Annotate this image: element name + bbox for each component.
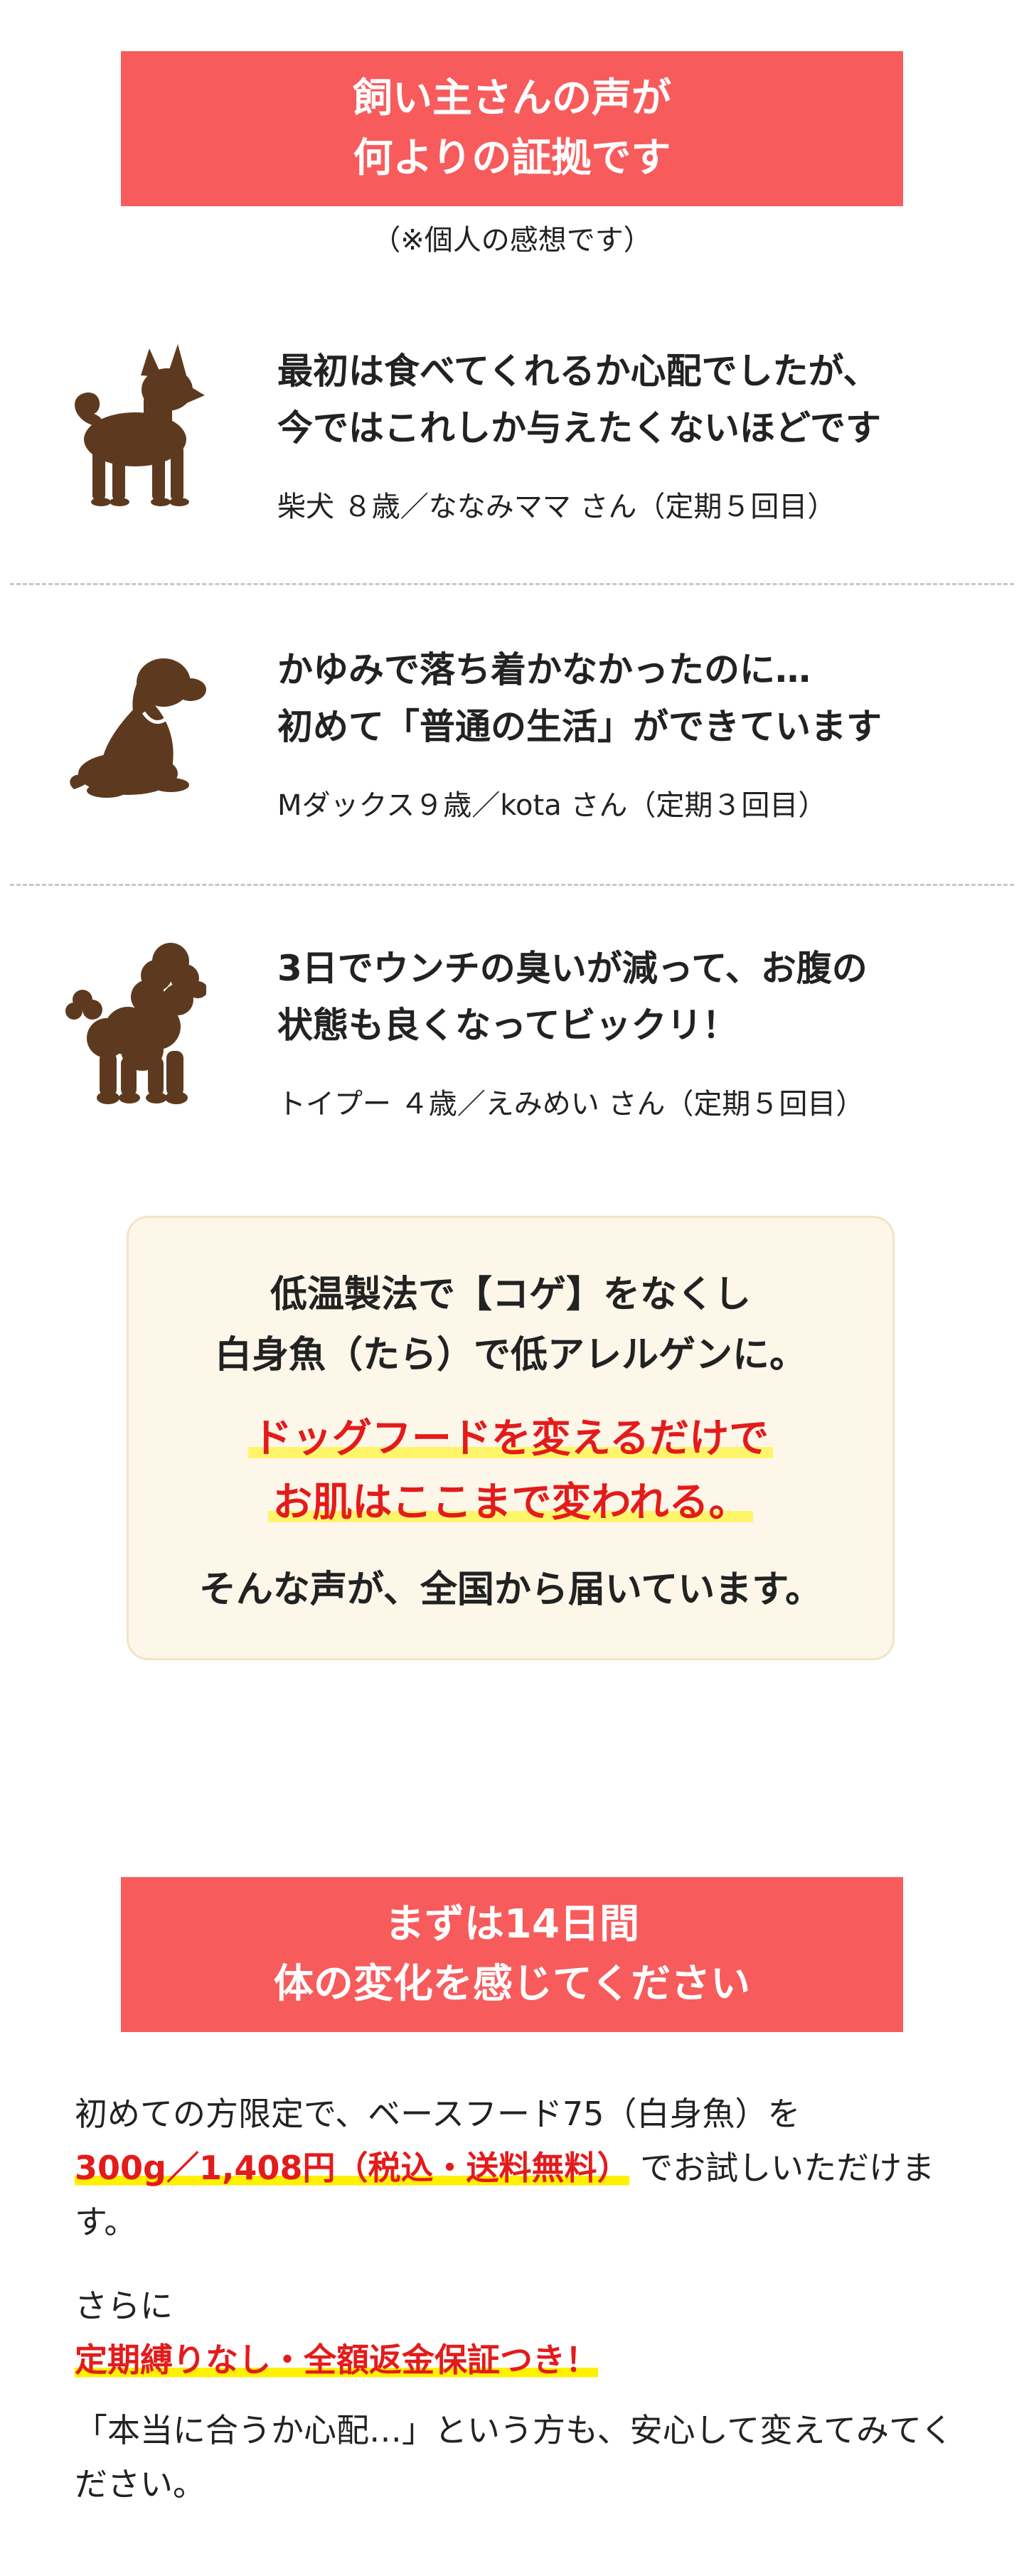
guarantee-paragraph: さらに 定期縛りなし・全額返金保証つき！ (75, 2279, 964, 2387)
guarantee-highlight: 定期縛りなし・全額返金保証つき！ (75, 2341, 598, 2379)
trial-offer-text: 初めての方限定で、ベースフード75（白身魚）を (75, 2095, 801, 2133)
guarantee-lead-text: さらに (75, 2287, 173, 2325)
testimonial-author: Mダックス９歳／kota さん（定期３回目） (277, 789, 827, 822)
disclaimer-note: （※個人の感想です） (372, 224, 652, 257)
dashed-divider (10, 884, 1014, 886)
poodle-dog-icon (65, 943, 206, 1104)
header-banner-line2: 何よりの証拠です (353, 135, 671, 181)
trial-banner: まずは14日間 体の変化を感じてください (121, 1877, 903, 2032)
card-text-line: 白身魚（たら）で低アレルゲンに。 (214, 1334, 806, 1377)
testimonial-quote: 3日でウンチの臭いが減って、お腹の 状態も良くなってビックリ！ (277, 940, 1003, 1054)
quote-line: 今ではこれしか与えたくないほどです (277, 407, 881, 449)
card-emphasis-text: ドッグフードを変えるだけで (247, 1416, 774, 1462)
trial-offer-paragraph: 初めての方限定で、ベースフード75（白身魚）を 300g／1,408円（税込・送… (75, 2087, 964, 2249)
dashed-divider (10, 583, 1014, 585)
testimonial-author: トイプー ４歳／えみめい さん（定期５回目） (277, 1088, 865, 1121)
quote-line: 最初は食べてくれるか心配でしたが、 (277, 351, 879, 392)
trial-banner-line1: まずは14日間 (385, 1901, 639, 1947)
reassurance-paragraph: 「本当に合うか心配…」という方も、安心して変えてみてください。 (75, 2411, 954, 2503)
card-text-line: そんな声が、全国から届いています。 (198, 1568, 823, 1611)
testimonial-quote: 最初は食べてくれるか心配でしたが、 今ではこれしか与えたくないほどです (277, 343, 1003, 456)
dachshund-dog-icon (70, 658, 206, 798)
card-emphasis-line: お肌はここまで変われる。 (129, 1470, 892, 1528)
trial-price-highlight: 300g／1,408円（税込・送料無料） (75, 2149, 630, 2187)
testimonial-quote: かゆみで落ち着かなかったのに… 初めて「普通の生活」ができています (277, 641, 1003, 755)
header-banner: 飼い主さんの声が 何よりの証拠です (121, 51, 903, 206)
testimonial-author: 柴犬 ８歳／ななみママ さん（定期５回目） (277, 491, 836, 523)
trial-banner-line2: 体の変化を感じてください (273, 1961, 751, 2007)
header-banner-line1: 飼い主さんの声が (353, 75, 671, 122)
quote-line: 3日でウンチの臭いが減って、お腹の (277, 948, 868, 989)
quote-line: かゆみで落ち着かなかったのに… (277, 649, 811, 690)
card-text-line: 低温製法で【コゲ】をなくし (270, 1273, 751, 1316)
quote-line: 初めて「普通の生活」ができています (277, 706, 882, 747)
shiba-dog-icon (75, 344, 205, 506)
quote-line: 状態も良くなってビックリ！ (277, 1005, 738, 1046)
card-emphasis-text: お肌はここまで変われる。 (268, 1480, 753, 1526)
card-emphasis-line: ドッグフードを変えるだけで (129, 1406, 892, 1464)
highlight-card: 低温製法で【コゲ】をなくし 白身魚（たら）で低アレルゲンに。 ドッグフードを変え… (127, 1216, 895, 1660)
